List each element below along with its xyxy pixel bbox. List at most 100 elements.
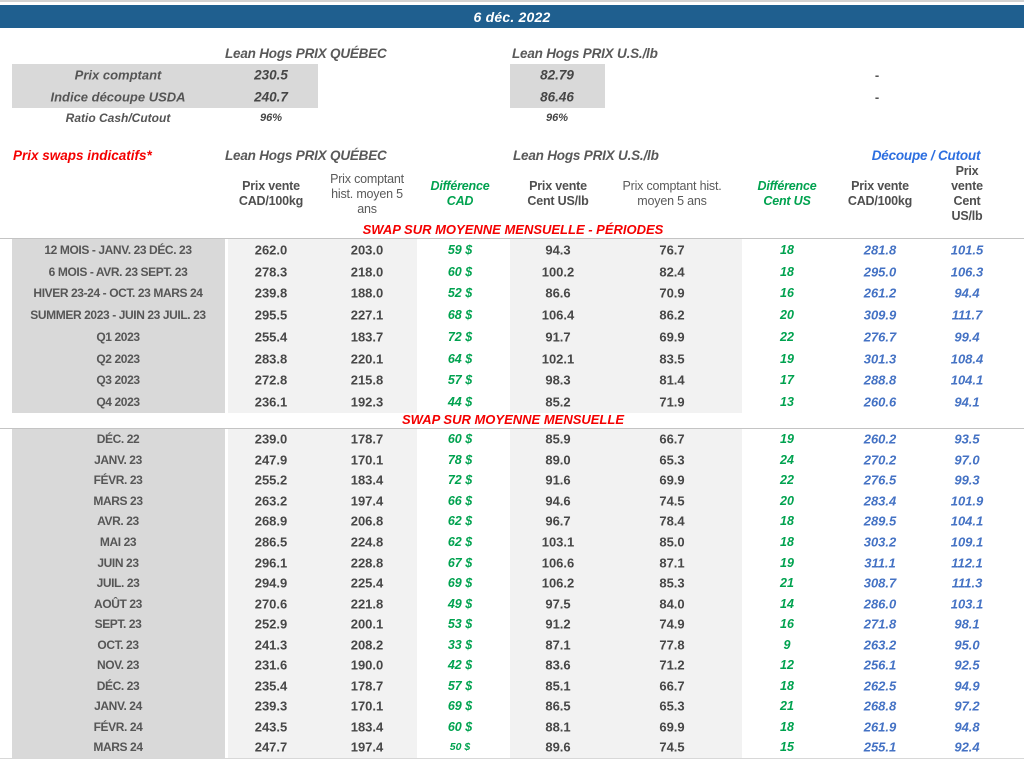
table-row: AVR. 23 268.9 206.8 62 $ 96.7 78.4 18 289.5 104.… <box>0 511 1024 532</box>
cell-value: 92.5 <box>954 657 980 673</box>
cell-value: 71.2 <box>659 657 685 673</box>
cell-value: 283.8 <box>254 351 288 367</box>
row-label: Q2 2023 <box>96 351 140 366</box>
row-label: JANV. 24 <box>94 699 142 714</box>
table-row: JUIN 23 296.1 228.8 67 $ 106.6 87.1 19 311.1 112… <box>0 552 1024 573</box>
cell-value: 286.5 <box>254 534 288 550</box>
cell-value: 106.2 <box>541 575 575 591</box>
cell-value: 19 <box>780 351 794 366</box>
group-header-quebec-swaps: Lean Hogs PRIX QUÉBEC <box>225 148 387 163</box>
spot-price-row: Prix comptant 230.5 82.79 - <box>0 64 1024 86</box>
cell-value: 272.8 <box>254 372 288 388</box>
cell-value: 67 $ <box>447 555 473 570</box>
cell-value: 21 <box>780 576 794 591</box>
cell-value: 16 <box>780 617 794 632</box>
table-row: DÉC. 22 239.0 178.7 60 $ 85.9 66.7 19 260.2 93.5 <box>0 429 1024 450</box>
monthly-section-title: SWAP SUR MOYENNE MENSUELLE <box>402 412 624 427</box>
cell-value: 59 $ <box>447 242 473 257</box>
cell-value: 42 $ <box>447 658 473 673</box>
cell-value: 178.7 <box>350 678 384 694</box>
cell-value: 283.4 <box>863 493 897 509</box>
column-header: Prix vente CAD/100kg <box>847 179 913 208</box>
cell-value: 85.0 <box>659 534 685 550</box>
cell-value: 68 $ <box>447 308 473 323</box>
table-rows-container: DÉC. 22 239.0 178.7 60 $ 85.9 66.7 19 260.2 93.5… <box>0 429 1024 758</box>
date-banner: 6 déc. 2022 <box>0 5 1024 28</box>
cell-value: 44 $ <box>447 395 473 410</box>
swap-table-monthly: DÉC. 22 239.0 178.7 60 $ 85.9 66.7 19 260.2 93.5… <box>0 428 1024 759</box>
cell-value: 18 <box>780 242 794 257</box>
cell-value: 83.6 <box>545 657 571 673</box>
cell-value: 97.5 <box>545 596 571 612</box>
row-label: MARS 24 <box>93 740 143 755</box>
cell-value: 94.4 <box>954 285 980 301</box>
cell-value: 295.0 <box>863 264 897 280</box>
table-row: OCT. 23 241.3 208.2 33 $ 87.1 77.8 9 263.2 95.0 <box>0 634 1024 655</box>
cell-value: 94.6 <box>545 493 571 509</box>
cell-value: 91.2 <box>545 616 571 632</box>
cell-value: 22 <box>780 473 794 488</box>
cell-value: 190.0 <box>350 657 384 673</box>
column-header: Différence CAD <box>430 179 490 208</box>
table-row: FÉVR. 24 243.5 183.4 60 $ 88.1 69.9 18 261.9 94.… <box>0 717 1024 738</box>
cell-value: 89.6 <box>545 739 571 755</box>
cell-value: 278.3 <box>254 264 288 280</box>
cell-value: 70.9 <box>659 285 685 301</box>
cell-value: 69 $ <box>447 699 473 714</box>
cell-value: 103.1 <box>950 596 984 612</box>
cell-value: 19 <box>780 432 794 447</box>
cell-value: 260.6 <box>863 394 897 410</box>
cell-value: 60 $ <box>447 264 473 279</box>
cell-value: 289.5 <box>863 513 897 529</box>
cell-value: 78 $ <box>447 452 473 467</box>
cell-value: 94.3 <box>545 242 571 258</box>
cell-value: 263.2 <box>863 637 897 653</box>
cell-value: 239.8 <box>254 285 288 301</box>
cell-value: 69.9 <box>659 719 685 735</box>
cell-value: 50 $ <box>449 741 471 754</box>
cell-value: 91.7 <box>545 329 571 345</box>
cell-value: 231.6 <box>254 657 288 673</box>
cell-value: 263.2 <box>254 493 288 509</box>
column-header: Prix comptant hist. moyen 5 ans <box>330 171 404 216</box>
cell-value: 101.9 <box>950 493 984 509</box>
metric-label: Ratio Cash/Cutout <box>65 111 171 125</box>
cell-value: 276.5 <box>863 472 897 488</box>
cell-value: 311.1 <box>864 555 896 571</box>
cell-value: 20 <box>780 493 794 508</box>
cell-value: 286.0 <box>863 596 897 612</box>
row-label: JUIN 23 <box>97 555 139 570</box>
us-value: 86.46 <box>540 89 574 105</box>
cell-value: 276.7 <box>863 329 897 345</box>
table-row: JANV. 23 247.9 170.1 78 $ 89.0 65.3 24 270.2 97.… <box>0 450 1024 471</box>
cell-value: 88.1 <box>545 719 571 735</box>
cell-value: 106.3 <box>950 264 984 280</box>
cell-value: 188.0 <box>350 285 384 301</box>
cell-value: 87.1 <box>659 555 685 571</box>
row-label: FÉVR. 23 <box>93 473 143 488</box>
cell-value: 281.8 <box>863 242 897 258</box>
cell-value: 15 <box>780 740 794 755</box>
table-row: DÉC. 23 235.4 178.7 57 $ 85.1 66.7 18 262.5 94.9 <box>0 676 1024 697</box>
row-label: OCT. 23 <box>97 637 139 652</box>
cell-value: 260.2 <box>863 431 897 447</box>
cell-value: 255.2 <box>254 472 288 488</box>
cell-value: 14 <box>780 596 794 611</box>
cell-value: 62 $ <box>447 535 473 549</box>
row-label: AVR. 23 <box>97 514 139 529</box>
dash-mark: - <box>874 67 880 83</box>
cell-value: 270.6 <box>254 596 288 612</box>
cell-value: 183.7 <box>350 329 384 345</box>
table-row: MAI 23 286.5 224.8 62 $ 103.1 85.0 18 303.2 109.… <box>0 532 1024 553</box>
cell-value: 66 $ <box>447 493 473 508</box>
cell-value: 170.1 <box>350 698 384 714</box>
cell-value: 66.7 <box>659 678 685 694</box>
column-header-row: Prix vente CAD/100kg Prix comptant hist. … <box>0 164 1024 223</box>
table-row: 12 MOIS - JANV. 23 DÉC. 23 262.0 203.0 59 $… <box>0 239 1024 261</box>
cell-value: 24 <box>780 452 794 467</box>
top-divider <box>0 0 1024 2</box>
dash-mark: - <box>874 89 880 105</box>
cell-value: 98.3 <box>545 372 571 388</box>
cell-value: 262.5 <box>863 678 897 694</box>
cell-value: 192.3 <box>350 394 384 410</box>
